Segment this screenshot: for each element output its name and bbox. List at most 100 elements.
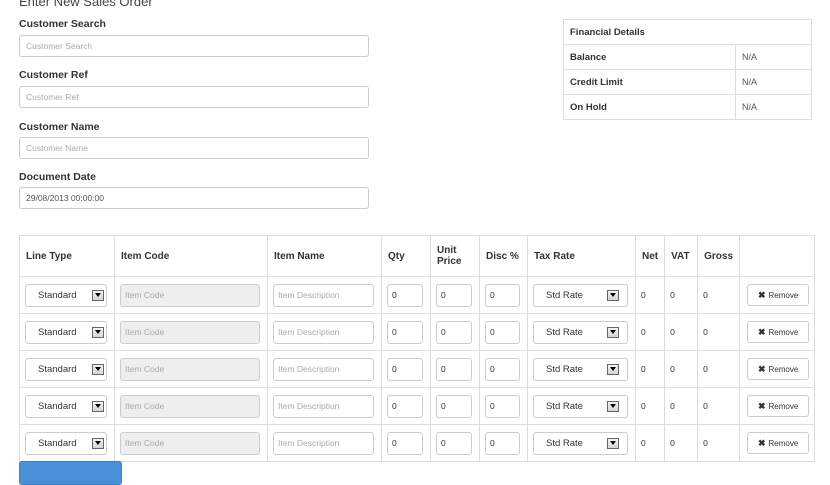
- tax-rate-cell: Std Rate: [527, 424, 636, 462]
- col-vat: VAT: [664, 235, 699, 277]
- unit-price-input[interactable]: [436, 320, 472, 344]
- col-gross: Gross: [697, 235, 741, 277]
- document-date-label: Document Date: [19, 171, 97, 183]
- item-description-input[interactable]: [273, 394, 374, 418]
- add-line-button[interactable]: [19, 461, 122, 485]
- vat-cell: 0: [664, 424, 699, 462]
- unit-price-input[interactable]: [436, 283, 472, 307]
- tax-rate-select[interactable]: Std Rate: [533, 320, 628, 344]
- vat-cell: 0: [664, 350, 699, 388]
- tax-rate-select[interactable]: Std Rate: [533, 357, 628, 381]
- tax-rate-cell: Std Rate: [527, 276, 636, 314]
- line-type-value: Standard: [38, 289, 77, 301]
- close-icon: ✖: [757, 363, 766, 374]
- vat-cell: 0: [664, 276, 699, 314]
- item-code-input[interactable]: [120, 283, 260, 307]
- item-description-input[interactable]: [273, 320, 374, 344]
- net-value: 0: [641, 400, 646, 411]
- item-description-input[interactable]: [273, 431, 374, 455]
- remove-button[interactable]: ✖ Remove: [747, 432, 810, 454]
- qty-input[interactable]: [387, 283, 423, 307]
- customer-name-label: Customer Name: [19, 121, 100, 133]
- dropdown-arrow-icon: [92, 400, 104, 412]
- tax-rate-select[interactable]: Std Rate: [533, 431, 628, 455]
- qty-input[interactable]: [387, 431, 423, 455]
- col-net: Net: [634, 235, 666, 277]
- dropdown-arrow-icon: [607, 289, 619, 301]
- disc-input[interactable]: [485, 283, 520, 307]
- gross-value: 0: [703, 400, 708, 411]
- unit-price-input[interactable]: [436, 431, 472, 455]
- net-value: 0: [641, 437, 646, 448]
- financial-details-title: Financial Details: [563, 19, 812, 45]
- line-type-select[interactable]: Standard: [25, 320, 107, 344]
- tax-rate-value: Std Rate: [546, 400, 583, 412]
- item-code-input[interactable]: [120, 320, 260, 344]
- dropdown-arrow-icon: [92, 326, 104, 338]
- remove-label: Remove: [768, 290, 799, 300]
- balance-label: Balance: [563, 44, 736, 70]
- item-code-input[interactable]: [120, 357, 260, 381]
- qty-input[interactable]: [387, 357, 423, 381]
- customer-ref-input[interactable]: [19, 86, 369, 108]
- gross-value: 0: [703, 437, 708, 448]
- remove-label: Remove: [768, 364, 799, 374]
- customer-search-label: Customer Search: [19, 18, 106, 30]
- item-code-cell: [114, 313, 268, 351]
- line-type-select[interactable]: Standard: [25, 394, 107, 418]
- vat-value: 0: [670, 326, 675, 337]
- gross-cell: 0: [697, 424, 741, 462]
- disc-input[interactable]: [485, 320, 520, 344]
- gross-cell: 0: [697, 350, 741, 388]
- customer-search-input[interactable]: [19, 35, 369, 57]
- col-actions: [739, 235, 816, 277]
- remove-button[interactable]: ✖ Remove: [747, 395, 810, 417]
- unit-price-input[interactable]: [436, 357, 472, 381]
- vat-value: 0: [670, 363, 675, 374]
- dropdown-arrow-icon: [92, 437, 104, 449]
- tax-rate-select[interactable]: Std Rate: [533, 283, 628, 307]
- remove-button[interactable]: ✖ Remove: [747, 358, 810, 380]
- page-title: Enter New Sales Order: [19, 0, 153, 9]
- gross-value: 0: [703, 326, 708, 337]
- disc-cell: [479, 276, 528, 314]
- item-description-input[interactable]: [273, 357, 374, 381]
- remove-label: Remove: [768, 401, 799, 411]
- actions-cell: ✖ Remove: [739, 387, 816, 425]
- customer-name-input[interactable]: [19, 137, 369, 159]
- unit-price-cell: [430, 387, 480, 425]
- qty-input[interactable]: [387, 320, 423, 344]
- line-type-select[interactable]: Standard: [25, 357, 107, 381]
- net-value: 0: [641, 363, 646, 374]
- table-row: Standard Std Rate 0 0 0 ✖Remove: [19, 276, 816, 314]
- item-code-input[interactable]: [120, 394, 260, 418]
- disc-input[interactable]: [485, 431, 520, 455]
- tax-rate-cell: Std Rate: [527, 387, 636, 425]
- remove-button[interactable]: ✖ Remove: [747, 321, 810, 343]
- disc-input[interactable]: [485, 357, 520, 381]
- item-code-input[interactable]: [120, 431, 260, 455]
- qty-cell: [381, 276, 431, 314]
- line-type-select[interactable]: Standard: [25, 431, 107, 455]
- tax-rate-value: Std Rate: [546, 289, 583, 301]
- financial-details-table: Financial Details Balance N/A Credit Lim…: [563, 19, 812, 120]
- item-description-input[interactable]: [273, 283, 374, 307]
- tax-rate-select[interactable]: Std Rate: [533, 394, 628, 418]
- unit-price-cell: [430, 276, 480, 314]
- qty-input[interactable]: [387, 394, 423, 418]
- col-item-code: Item Code: [114, 235, 268, 277]
- actions-cell: ✖ Remove: [739, 350, 816, 388]
- unit-price-input[interactable]: [436, 394, 472, 418]
- document-date-input[interactable]: [19, 187, 369, 209]
- col-disc: Disc %: [479, 235, 528, 277]
- qty-cell: [381, 387, 431, 425]
- item-code-cell: [114, 387, 268, 425]
- qty-cell: [381, 350, 431, 388]
- item-name-cell: [267, 387, 382, 425]
- tax-rate-value: Std Rate: [546, 437, 583, 449]
- vat-cell: 0: [664, 387, 699, 425]
- remove-button[interactable]: ✖ Remove: [747, 284, 810, 306]
- disc-input[interactable]: [485, 394, 520, 418]
- balance-value: N/A: [735, 44, 812, 70]
- line-type-select[interactable]: Standard: [25, 283, 107, 307]
